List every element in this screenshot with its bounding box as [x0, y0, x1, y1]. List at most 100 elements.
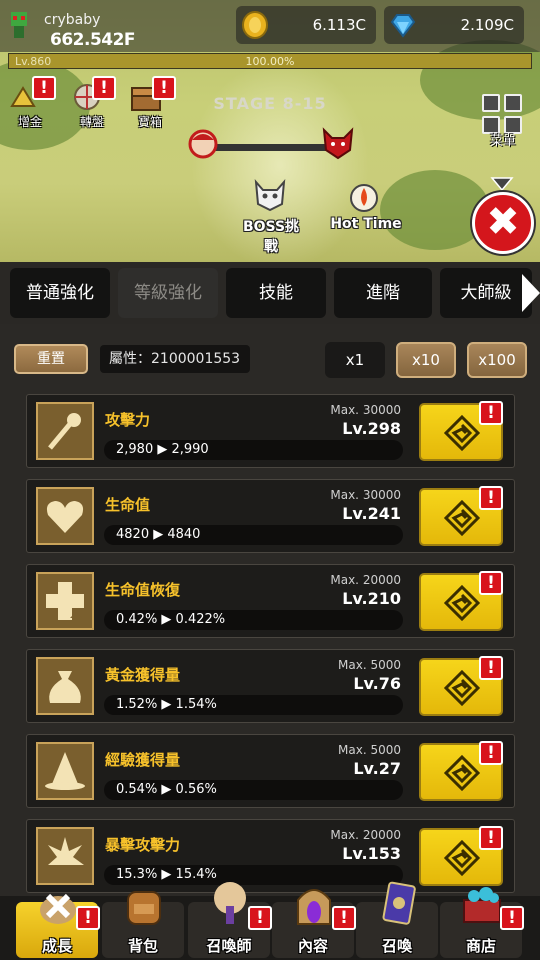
xp-percent: 100.00% — [245, 55, 295, 68]
player-avatar-icon[interactable] — [6, 10, 32, 40]
scene-button-label: 寶箱 — [137, 115, 162, 129]
upgrade-button[interactable]: ! — [419, 741, 503, 801]
stat-change: 2,980 ▶ 2,990 — [104, 440, 403, 460]
upgrade-button[interactable]: ! — [419, 486, 503, 546]
stat-max: Max. 30000 — [330, 403, 401, 417]
nav-shop[interactable]: ! 商店 — [440, 887, 524, 958]
treasure-chest-button[interactable]: ! 寶箱 — [122, 74, 178, 130]
boss-challenge-button[interactable]: BOSS挑戰 — [236, 176, 306, 255]
stat-level: Lv.153 — [342, 844, 401, 863]
tab-level-upgrade[interactable]: 等級強化 — [118, 268, 218, 318]
stat-name: 生命值 — [105, 496, 151, 514]
stage-label: STAGE 8-15 — [213, 94, 327, 113]
nav-backpack[interactable]: 背包 — [102, 891, 184, 958]
hot-time-button[interactable]: Hot Time — [326, 176, 406, 236]
backpack-icon — [127, 891, 161, 925]
roulette-button[interactable]: ! 轉盤 — [64, 74, 120, 130]
stat-name: 經驗獲得量 — [105, 751, 181, 769]
stat-level: Lv.27 — [353, 759, 401, 778]
stat-change: 1.52% ▶ 1.54% — [104, 695, 403, 715]
multiplier-x1-button[interactable]: x1 — [325, 342, 385, 378]
alert-badge: ! — [479, 401, 503, 425]
boss-challenge-label: BOSS挑戰 — [242, 219, 300, 255]
nav-summon[interactable]: 召喚 — [356, 881, 438, 958]
alert-badge: ! — [248, 906, 272, 930]
nav-label: 成長 — [41, 937, 72, 955]
stat-icon-frame — [36, 657, 94, 715]
nav-growth[interactable]: ! 成長 — [16, 893, 100, 958]
heart-icon — [46, 501, 84, 533]
upgrade-button[interactable]: ! — [419, 826, 503, 886]
tab-master[interactable]: 大師級 — [440, 268, 532, 318]
player-top-bar: crybaby 662.542F 6.113C 2.109C — [0, 0, 540, 52]
nav-label: 召喚師 — [206, 937, 252, 955]
stat-max: Max. 20000 — [330, 573, 401, 587]
alert-badge: ! — [76, 906, 100, 930]
attribute-display: 屬性：2100001553 — [100, 345, 250, 373]
menu-grid-cell — [504, 94, 522, 112]
nav-label: 背包 — [127, 937, 158, 955]
player-power: 662.542F — [50, 30, 136, 50]
hero-portrait-icon — [188, 129, 218, 159]
nav-label: 商店 — [465, 937, 496, 955]
upgrade-button[interactable]: ! — [419, 401, 503, 461]
upgrade-spiral-icon — [444, 585, 480, 621]
nav-content[interactable]: ! 內容 — [272, 889, 356, 958]
gold-bag-icon — [49, 671, 81, 703]
chevron-down-icon — [490, 177, 514, 192]
summon-card-icon — [382, 881, 416, 925]
stat-name: 生命值恢復 — [105, 581, 181, 599]
stat-name: 暴擊攻擊力 — [105, 836, 181, 854]
alert-badge: ! — [500, 906, 524, 930]
stat-level: Lv.298 — [342, 419, 401, 438]
alert-badge: ! — [32, 76, 56, 100]
alarm-clock-icon — [350, 184, 378, 212]
stat-row-attack: 攻擊力 Max. 30000 Lv.298 2,980 ▶ 2,990 ! — [26, 394, 515, 468]
upgrade-spiral-icon — [444, 500, 480, 536]
upgrade-spiral-icon — [444, 670, 480, 706]
scepter-icon — [48, 413, 81, 450]
stat-row-exp-gain: 經驗獲得量 Max. 5000 Lv.27 0.54% ▶ 0.56% ! — [26, 734, 515, 808]
alert-badge: ! — [479, 486, 503, 510]
health-cross-icon — [46, 582, 84, 620]
alert-badge: ! — [479, 656, 503, 680]
upgrade-spiral-icon — [444, 415, 480, 451]
stat-row-crit-damage: 暴擊攻擊力 Max. 20000 Lv.153 15.3% ▶ 15.4% ! — [26, 819, 515, 893]
multiplier-x100-button[interactable]: x100 — [467, 342, 527, 378]
stat-level: Lv.241 — [342, 504, 401, 523]
tabs-scroll-right-icon[interactable] — [520, 272, 540, 314]
gold-counter[interactable]: 6.113C — [236, 6, 376, 44]
multiplier-x10-button[interactable]: x10 — [396, 342, 456, 378]
burst-icon — [48, 837, 84, 865]
stat-icon-frame — [36, 402, 94, 460]
stat-level: Lv.210 — [342, 589, 401, 608]
gem-counter[interactable]: 2.109C — [384, 6, 524, 44]
gem-amount: 2.109C — [460, 16, 514, 34]
scene-button-label: 轉盤 — [79, 115, 104, 129]
boss-demon-icon — [254, 179, 286, 212]
nav-summoner[interactable]: ! 召喚師 — [188, 882, 272, 958]
tab-basic-upgrade[interactable]: 普通強化 — [10, 268, 110, 318]
tab-advanced[interactable]: 進階 — [334, 268, 432, 318]
stat-icon-frame — [36, 742, 94, 800]
stat-row-hp: 生命值 Max. 30000 Lv.241 4820 ▶ 4840 ! — [26, 479, 515, 553]
close-button[interactable]: ✖ — [472, 192, 534, 254]
tab-skills[interactable]: 技能 — [226, 268, 326, 318]
stat-name: 黃金獲得量 — [105, 666, 181, 684]
portal-gate-icon — [297, 889, 331, 925]
upgrade-button[interactable]: ! — [419, 656, 503, 716]
stat-max: Max. 20000 — [330, 828, 401, 842]
upgrade-spiral-icon — [444, 755, 480, 791]
close-icon: ✖ — [486, 199, 520, 245]
gold-boost-button[interactable]: ! 增金 — [2, 74, 58, 130]
reset-button[interactable]: 重置 — [14, 344, 88, 374]
stat-change: 0.54% ▶ 0.56% — [104, 780, 403, 800]
shop-chest-icon — [463, 887, 501, 923]
diamond-icon — [390, 14, 416, 38]
xp-progress-bar: Lv.860 100.00% — [8, 53, 532, 69]
alert-badge: ! — [152, 76, 176, 100]
stat-icon-frame — [36, 827, 94, 885]
stat-max: Max. 30000 — [330, 488, 401, 502]
upgrade-button[interactable]: ! — [419, 571, 503, 631]
menu-grid-cell — [482, 94, 500, 112]
